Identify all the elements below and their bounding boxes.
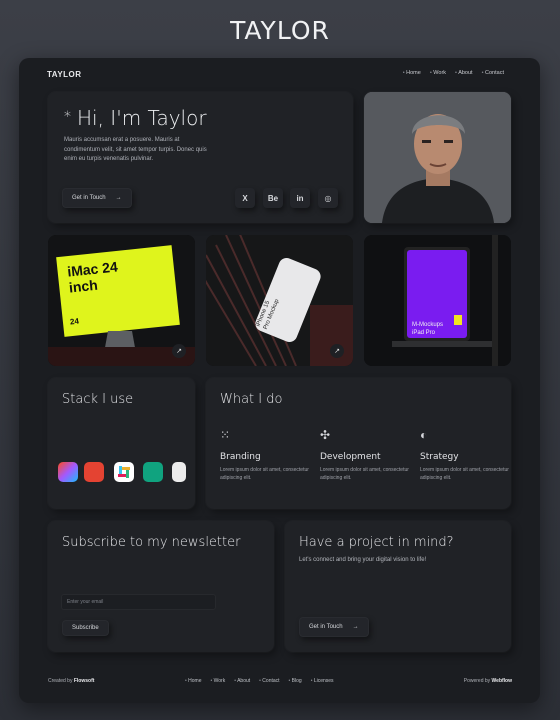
portrait-card (364, 92, 511, 223)
service-branding: ⁙ Branding Lorem ipsum dolor sit amet, c… (220, 428, 310, 482)
footer-created-by: Created by Flowsoft (48, 678, 94, 684)
slack-icon (114, 462, 134, 482)
footer-nav-home[interactable]: Home (185, 678, 201, 684)
linkedin-social-icon[interactable]: in (290, 188, 310, 208)
ipad-caption: M-Mockups iPad Pro (412, 321, 443, 337)
created-by-link[interactable]: Flowsoft (74, 678, 95, 684)
page-title: TAYLOR (230, 16, 330, 45)
newsletter-title: Subscribe to my newsletter (62, 535, 241, 550)
hero-card: * Hi, I'm Taylor Mauris accumsan erat a p… (48, 92, 353, 223)
project-get-in-touch-button[interactable]: Get in Touch → (299, 617, 369, 637)
dribbble-social-icon[interactable]: ◎ (318, 188, 338, 208)
strategy-icon: ◐ (420, 428, 428, 442)
stack-card: Stack I use (48, 378, 195, 509)
get-in-touch-label: Get in Touch (72, 195, 106, 201)
portrait-photo (364, 92, 511, 223)
imac-heading: iMac 24 inch (66, 258, 120, 295)
service-name: Strategy (420, 452, 459, 462)
powered-prefix: Powered by (463, 678, 491, 684)
nav-contact[interactable]: Contact (482, 70, 504, 76)
email-input[interactable]: Enter your email (61, 594, 216, 610)
todoist-icon (84, 462, 104, 482)
hero-greeting-text: Hi, I'm Taylor (77, 106, 207, 130)
service-desc: Lorem ipsum dolor sit amet, consectetur … (220, 467, 309, 481)
work-iphone-mockup[interactable]: iPhone 15 Pro Mockup ↗ (206, 235, 353, 366)
service-development: ✣ Development Lorem ipsum dolor sit amet… (320, 428, 410, 482)
project-get-in-touch-label: Get in Touch (309, 624, 343, 630)
service-desc: Lorem ipsum dolor sit amet, consectetur … (420, 467, 509, 481)
ipad-image (364, 235, 511, 366)
work-imac-mockup[interactable]: iMac 24 inch 24 ↗ (48, 235, 195, 366)
service-name: Branding (220, 452, 261, 462)
project-text: Let's connect and bring your digital vis… (299, 557, 427, 563)
hero-description: Mauris accumsan erat a posuere. Mauris a… (64, 137, 207, 162)
subscribe-button[interactable]: Subscribe (62, 620, 109, 636)
x-social-icon[interactable]: X (235, 188, 255, 208)
footer-nav-about[interactable]: About (234, 678, 250, 684)
project-title: Have a project in mind? (299, 535, 454, 550)
service-desc: Lorem ipsum dolor sit amet, consectetur … (320, 467, 409, 481)
figma-icon (58, 462, 78, 482)
stack-title: Stack I use (62, 392, 134, 407)
site-frame: TAYLOR Home Work About Contact * Hi, I'm … (19, 58, 540, 703)
service-name: Development (320, 452, 381, 462)
nav-home[interactable]: Home (403, 70, 421, 76)
get-in-touch-button[interactable]: Get in Touch → (62, 188, 132, 208)
behance-social-icon[interactable]: Be (263, 188, 283, 208)
powered-by-link[interactable]: Webflow (492, 678, 512, 684)
service-strategy: ◐ Strategy Lorem ipsum dolor sit amet, c… (420, 428, 510, 482)
notion-icon (172, 462, 186, 482)
development-icon: ✣ (320, 428, 331, 442)
arrow-right-icon: → (352, 624, 359, 630)
footer-nav-licenses[interactable]: Licenses (311, 678, 334, 684)
nav-work[interactable]: Work (430, 70, 446, 76)
project-card: Have a project in mind? Let's connect an… (285, 521, 511, 652)
imac-small-number: 24 (69, 316, 80, 327)
what-i-do-title: What I do (220, 392, 283, 407)
branding-icon: ⁙ (220, 428, 231, 442)
created-prefix: Created by (48, 678, 73, 684)
nav-about[interactable]: About (455, 70, 472, 76)
what-i-do-card: What I do ⁙ Branding Lorem ipsum dolor s… (206, 378, 511, 509)
top-nav: Home Work About Contact (403, 70, 504, 76)
imac-open-arrow-icon[interactable]: ↗ (172, 344, 186, 358)
star-icon: * (64, 109, 71, 125)
arrow-right-icon: → (115, 195, 122, 201)
subscribe-label: Subscribe (72, 625, 99, 631)
ipad-subtitle: iPad Pro (412, 330, 436, 336)
footer-nav-blog[interactable]: Blog (289, 678, 302, 684)
ipad-title: M-Mockups (412, 322, 444, 328)
newsletter-card: Subscribe to my newsletter Subscribe (48, 521, 274, 652)
chatgpt-icon (143, 462, 163, 482)
footer-powered-by: Powered by Webflow (464, 678, 512, 684)
footer-nav-contact[interactable]: Contact (259, 678, 279, 684)
footer-nav: Home Work About Contact Blog Licenses (185, 678, 334, 684)
work-ipad-mockup[interactable]: M-Mockups iPad Pro (364, 235, 511, 366)
site-logo[interactable]: TAYLOR (47, 70, 82, 79)
hero-greeting: * Hi, I'm Taylor (64, 106, 207, 130)
iphone-open-arrow-icon[interactable]: ↗ (330, 344, 344, 358)
footer-nav-work[interactable]: Work (210, 678, 226, 684)
